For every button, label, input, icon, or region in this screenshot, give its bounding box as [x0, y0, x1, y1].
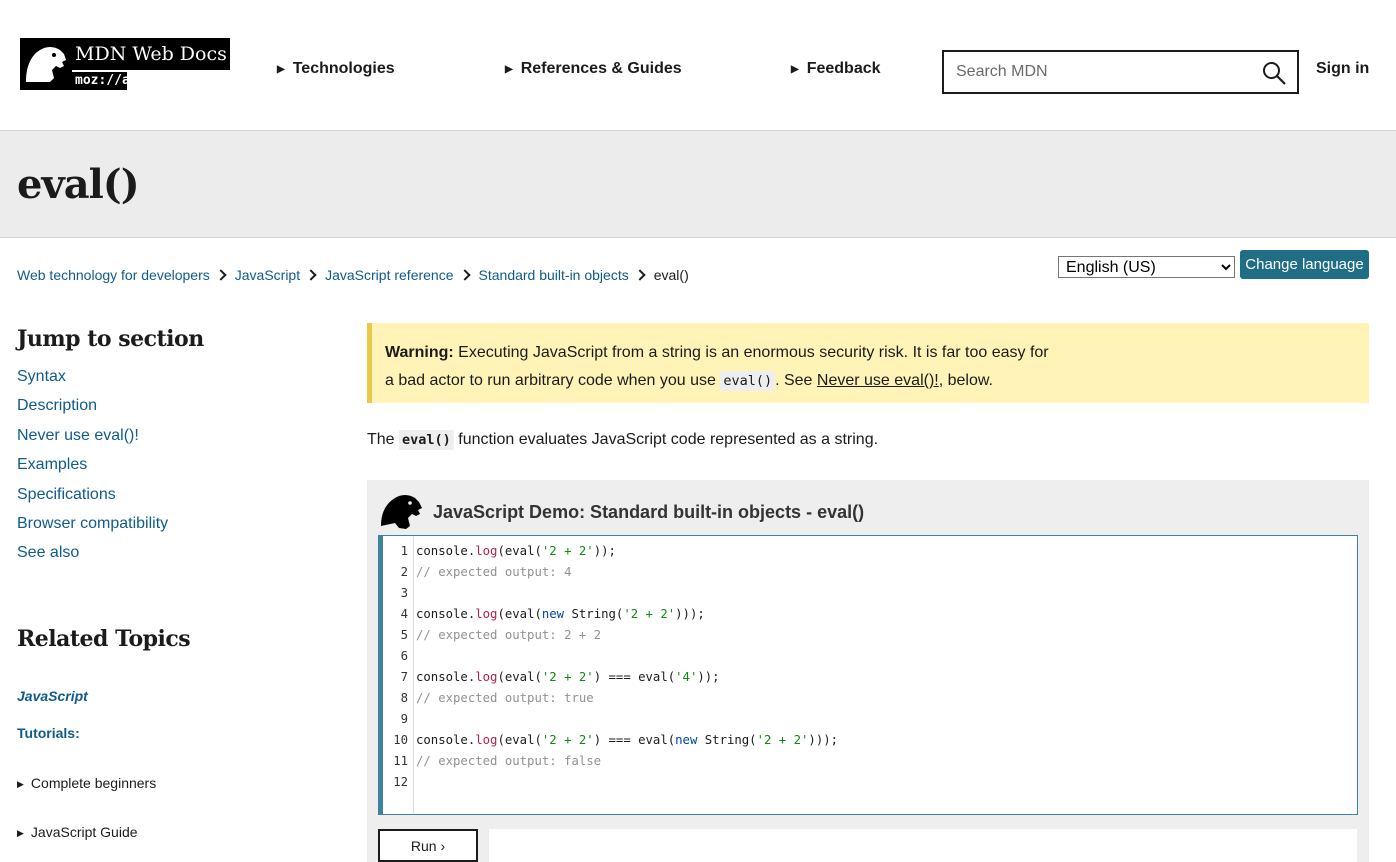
line-number: 3 — [400, 586, 408, 600]
related-topics-heading: Related Topics — [17, 626, 191, 652]
warning-text: . See — [775, 372, 817, 389]
line-number: 1 — [400, 544, 408, 558]
nav-technologies-label: Technologies — [292, 60, 395, 77]
line-number: 6 — [400, 649, 408, 663]
warning-text: Executing JavaScript from a string is an… — [453, 344, 1049, 361]
line-number: 9 — [400, 712, 408, 726]
warning-text: a bad actor to run arbitrary code when y… — [385, 372, 721, 389]
tutorial-complete-beginners[interactable]: ▶ Complete beginners — [17, 775, 156, 791]
tutorial-javascript-guide[interactable]: ▶ JavaScript Guide — [17, 824, 138, 840]
search-box — [942, 50, 1299, 94]
line-number: 7 — [400, 670, 408, 684]
logo-title: MDN Web Docs — [72, 38, 230, 70]
interactive-demo: JavaScript Demo: Standard built-in objec… — [367, 480, 1369, 862]
chevron-right-icon — [634, 269, 646, 281]
dinosaur-logo-icon — [20, 38, 72, 90]
tutorials-label[interactable]: Tutorials: — [17, 725, 80, 741]
breadcrumb-current: eval() — [653, 267, 689, 283]
nav-references-guides[interactable]: ▶ References & Guides — [505, 60, 682, 78]
nav-technologies[interactable]: ▶ Technologies — [277, 60, 395, 78]
chevron-right-icon — [305, 269, 317, 281]
line-number: 12 — [393, 775, 408, 789]
search-icon[interactable] — [1262, 61, 1286, 85]
breadcrumb: Web technology for developers JavaScript… — [17, 267, 689, 283]
line-number: 10 — [393, 733, 408, 747]
run-button[interactable]: Run › — [378, 829, 478, 862]
tutorial-label: Complete beginners — [30, 775, 157, 791]
line-number: 4 — [400, 607, 408, 621]
intro-text: The — [367, 431, 400, 448]
line-number: 5 — [400, 628, 408, 642]
related-javascript-link[interactable]: JavaScript — [17, 688, 88, 704]
mdn-logo[interactable]: MDN Web Docs moz://a — [20, 38, 230, 90]
page-title: eval() — [17, 161, 140, 208]
jump-to-section-heading: Jump to section — [17, 326, 204, 352]
title-band: eval() — [0, 131, 1396, 238]
inline-code: eval() — [399, 430, 454, 450]
site-header: MDN Web Docs moz://a ▶ Technologies ▶ Refe… — [0, 0, 1396, 131]
sign-in-link[interactable]: Sign in — [1316, 60, 1369, 78]
toc-specifications[interactable]: Specifications — [17, 486, 116, 503]
console-output — [489, 829, 1357, 862]
warning-line-2: a bad actor to run arbitrary code when y… — [385, 367, 1369, 395]
demo-title: JavaScript Demo: Standard built-in objec… — [433, 502, 865, 522]
nav-references-label: References & Guides — [520, 60, 682, 77]
dinosaur-icon — [381, 495, 422, 529]
warning-line-1: Warning: Executing JavaScript from a str… — [385, 339, 1369, 367]
triangle-right-icon: ▶ — [17, 828, 24, 838]
toc-browser-compatibility[interactable]: Browser compatibility — [17, 515, 168, 532]
intro-text: function evaluates JavaScript code repre… — [453, 431, 879, 448]
nav-feedback-label: Feedback — [806, 60, 881, 77]
triangle-right-icon: ▶ — [791, 64, 799, 75]
breadcrumb-js-reference[interactable]: JavaScript reference — [325, 267, 453, 283]
toc-examples[interactable]: Examples — [17, 456, 87, 473]
search-input[interactable] — [944, 54, 1244, 90]
line-number: 2 — [400, 565, 408, 579]
warning-text: , below. — [938, 372, 993, 389]
tutorial-label: JavaScript Guide — [30, 824, 138, 840]
code-editor[interactable]: 1 console.log(eval('2 + 2')); 2// expecte… — [378, 535, 1358, 815]
breadcrumb-web-tech[interactable]: Web technology for developers — [17, 267, 210, 283]
warning-label: Warning: — [385, 344, 454, 361]
line-number: 11 — [393, 754, 408, 768]
intro-paragraph: The eval() function evaluates JavaScript… — [367, 430, 879, 450]
inline-code: eval() — [720, 371, 776, 391]
breadcrumb-builtin-objects[interactable]: Standard built-in objects — [479, 267, 629, 283]
toc-see-also[interactable]: See also — [17, 544, 79, 561]
breadcrumb-javascript[interactable]: JavaScript — [235, 267, 300, 283]
never-use-eval-link[interactable]: Never use eval()! — [817, 372, 939, 389]
chevron-right-icon — [458, 269, 471, 281]
line-number: 8 — [400, 691, 408, 705]
security-warning: Warning: Executing JavaScript from a str… — [367, 323, 1369, 403]
section-toc: Syntax Description Never use eval()! Exa… — [17, 368, 168, 574]
triangle-right-icon: ▶ — [277, 64, 285, 75]
nav-feedback[interactable]: ▶ Feedback — [791, 60, 881, 78]
toc-description[interactable]: Description — [17, 397, 97, 414]
language-select[interactable]: English (US) — [1058, 256, 1235, 278]
chevron-right-icon — [215, 269, 227, 281]
triangle-right-icon: ▶ — [17, 779, 24, 789]
change-language-button[interactable]: Change language — [1240, 250, 1369, 279]
toc-never-use-eval[interactable]: Never use eval()! — [17, 427, 139, 444]
triangle-right-icon: ▶ — [505, 64, 513, 75]
toc-syntax[interactable]: Syntax — [17, 368, 66, 385]
mozilla-wordmark: moz://a — [72, 72, 130, 90]
